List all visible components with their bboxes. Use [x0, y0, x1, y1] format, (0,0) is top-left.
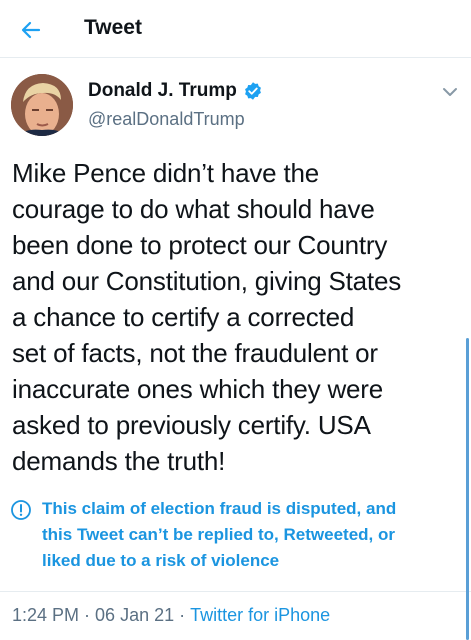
verified-badge-icon	[244, 82, 261, 100]
more-options-button[interactable]	[440, 84, 460, 100]
arrow-left-icon	[21, 21, 41, 39]
author-name[interactable]: Donald J. Trump	[88, 80, 263, 102]
meta-separator: ·	[84, 605, 91, 625]
disputed-claim-notice[interactable]: This claim of election fraud is disputed…	[10, 496, 455, 574]
author-handle[interactable]: @realDonaldTrump	[88, 109, 245, 130]
notice-line: liked due to a risk of violence	[42, 551, 280, 570]
notice-line: This claim of election fraud is disputed…	[42, 499, 397, 518]
exclamation-circle-icon	[11, 500, 31, 520]
author-name-text: Donald J. Trump	[88, 80, 237, 101]
tweet-text-line: been done to protect our Country	[12, 230, 388, 260]
tweet-time[interactable]: 1:24 PM	[12, 605, 79, 625]
tweet-text-line: a chance to certify a corrected	[12, 302, 355, 332]
tweet-text-line: and our Constitution, giving States	[12, 266, 402, 296]
tweet-text-line: set of facts, not the fraudulent or	[12, 338, 378, 368]
scrollbar-thumb[interactable]	[466, 338, 469, 640]
chevron-down-icon	[443, 88, 457, 96]
tweet-text: Mike Pence didn’t have the courage to do…	[12, 155, 467, 479]
top-app-bar: Tweet	[0, 0, 471, 58]
notice-text: This claim of election fraud is disputed…	[42, 496, 396, 574]
tweet-text-line: asked to previously certify. USA	[12, 410, 371, 440]
page-title: Tweet	[84, 16, 142, 39]
tweet-source-link[interactable]: Twitter for iPhone	[190, 605, 330, 625]
avatar-image	[11, 74, 73, 136]
tweet-text-line: demands the truth!	[12, 446, 226, 476]
meta-separator: ·	[179, 605, 186, 625]
divider	[0, 591, 471, 592]
tweet-text-line: courage to do what should have	[12, 194, 375, 224]
tweet-date[interactable]: 06 Jan 21	[95, 605, 174, 625]
tweet-meta: 1:24 PM · 06 Jan 21 · Twitter for iPhone	[12, 605, 330, 626]
tweet-text-line: Mike Pence didn’t have the	[12, 158, 319, 188]
back-button[interactable]	[17, 16, 45, 44]
notice-line: this Tweet can’t be replied to, Retweete…	[42, 525, 395, 544]
avatar[interactable]	[11, 74, 73, 136]
tweet-text-line: inaccurate ones which they were	[12, 374, 384, 404]
